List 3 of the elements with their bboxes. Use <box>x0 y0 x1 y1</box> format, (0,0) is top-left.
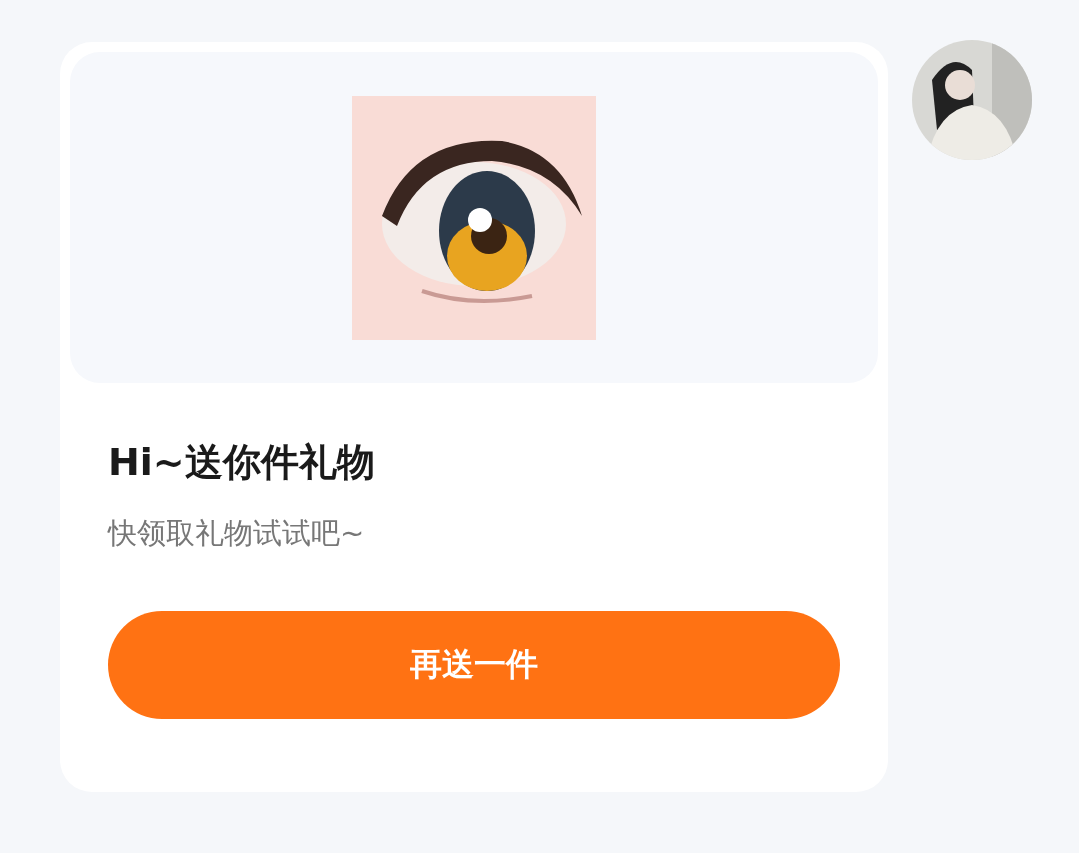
card-title: Hi~送你件礼物 <box>108 439 376 486</box>
send-again-button[interactable]: 再送一件 <box>108 611 840 719</box>
card-subtitle: 快领取礼物试试吧~ <box>108 515 366 552</box>
